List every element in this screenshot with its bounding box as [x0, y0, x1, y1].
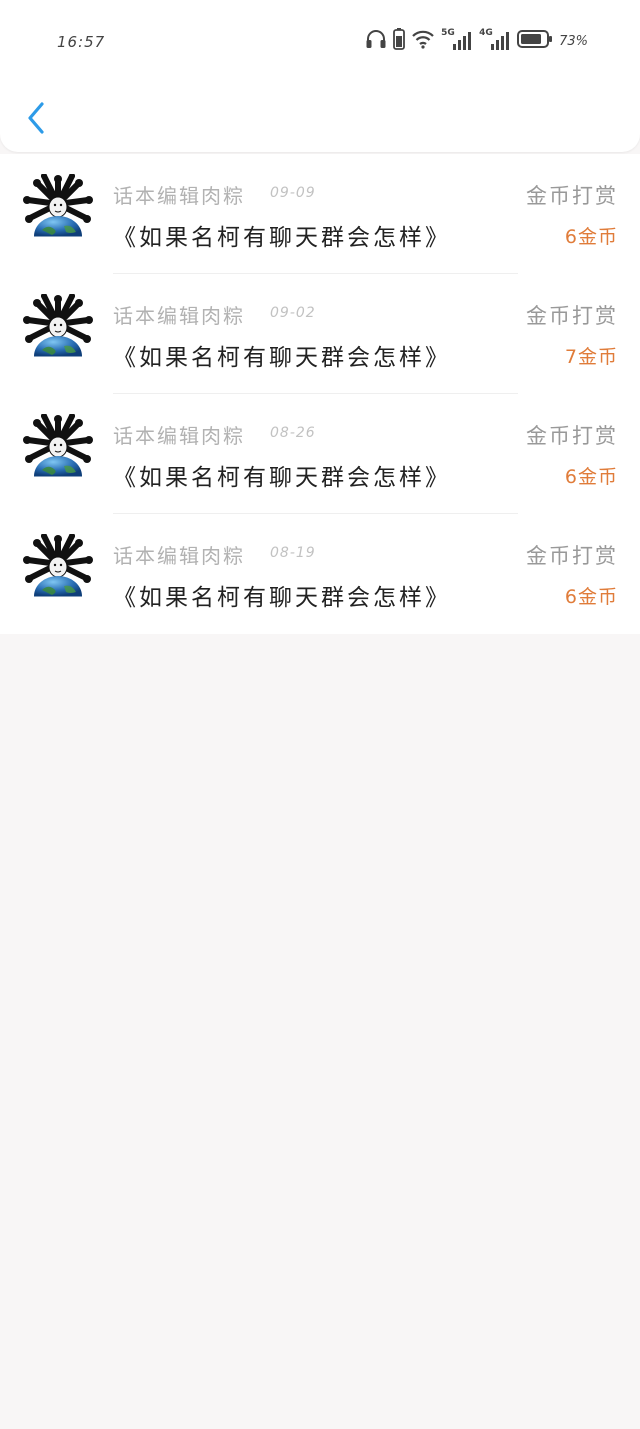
tip-date: 08-19: [270, 545, 316, 561]
signal-4g-icon: 4G: [479, 28, 511, 52]
status-bar: 16:57 5G 4G 73%: [0, 0, 640, 84]
story-title: 《如果名柯有聊天群会怎样》: [113, 585, 451, 611]
story-title: 《如果名柯有聊天群会怎样》: [113, 225, 451, 251]
avatar: [22, 413, 94, 490]
tip-amount: 6金币: [564, 586, 618, 608]
tip-date: 08-26: [270, 425, 316, 441]
wifi-icon: [411, 29, 435, 53]
story-title: 《如果名柯有聊天群会怎样》: [113, 465, 451, 491]
avatar: [22, 293, 94, 370]
tip-date: 09-09: [270, 185, 316, 201]
tip-type: 金币打赏: [526, 304, 618, 328]
tip-date: 09-02: [270, 305, 316, 321]
tip-author: 话本编辑肉粽: [113, 184, 245, 208]
tip-amount: 6金币: [564, 466, 618, 488]
tip-author: 话本编辑肉粽: [113, 424, 245, 448]
tip-record-row[interactable]: 话本编辑肉粽 09-02 《如果名柯有聊天群会怎样》 金币打赏 7金币: [0, 274, 640, 394]
tip-type: 金币打赏: [526, 424, 618, 448]
tip-record-row[interactable]: 话本编辑肉粽 09-09 《如果名柯有聊天群会怎样》 金币打赏 6金币: [0, 154, 640, 274]
battery-small-icon: [393, 28, 405, 54]
tip-type: 金币打赏: [526, 544, 618, 568]
headphones-icon: [365, 29, 387, 53]
status-icons: 5G 4G 73%: [359, 28, 588, 54]
tip-record-row[interactable]: 话本编辑肉粽 08-19 《如果名柯有聊天群会怎样》 金币打赏 6金币: [0, 514, 640, 634]
tip-amount: 6金币: [564, 226, 618, 248]
tip-author: 话本编辑肉粽: [113, 304, 245, 328]
battery-percent: 73%: [559, 33, 588, 49]
top-header: 16:57 5G 4G 73%: [0, 0, 640, 152]
tip-author: 话本编辑肉粽: [113, 544, 245, 568]
signal-5g-icon: 5G: [441, 28, 473, 52]
avatar: [22, 533, 94, 610]
chevron-left-icon: [28, 102, 44, 134]
story-title: 《如果名柯有聊天群会怎样》: [113, 345, 451, 371]
tip-record-row[interactable]: 话本编辑肉粽 08-26 《如果名柯有聊天群会怎样》 金币打赏 6金币: [0, 394, 640, 514]
tip-type: 金币打赏: [526, 184, 618, 208]
status-time: 16:57: [57, 33, 106, 51]
tip-records-list: 话本编辑肉粽 09-09 《如果名柯有聊天群会怎样》 金币打赏 6金币 话本编辑…: [0, 154, 640, 634]
avatar: [22, 173, 94, 250]
tip-amount: 7金币: [564, 346, 618, 368]
back-button[interactable]: [20, 98, 52, 138]
battery-icon: [517, 29, 553, 53]
